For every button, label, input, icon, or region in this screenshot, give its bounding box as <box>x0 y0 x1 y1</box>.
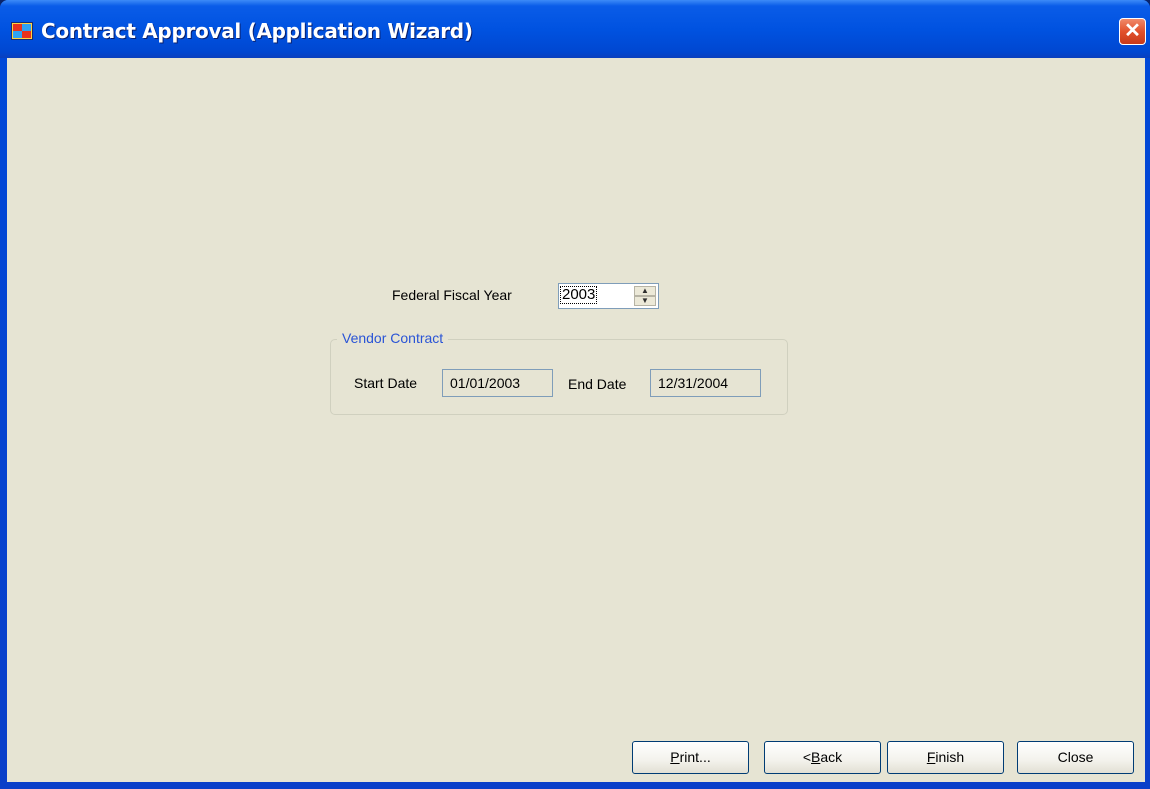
finish-button[interactable]: Finish <box>887 741 1004 774</box>
close-window-icon[interactable]: ✕ <box>1119 18 1146 45</box>
back-label: ack <box>820 749 843 765</box>
start-date-field: 01/01/2003 <box>442 369 553 397</box>
spin-down-icon[interactable]: ▼ <box>634 296 656 306</box>
fiscal-year-label: Federal Fiscal Year <box>392 287 512 303</box>
application-icon <box>11 22 33 40</box>
vendor-contract-group-title: Vendor Contract <box>337 330 449 346</box>
print-mnemonic: P <box>670 749 680 765</box>
print-button[interactable]: Print... <box>632 741 749 774</box>
end-date-label: End Date <box>568 376 627 392</box>
print-label: rint... <box>679 749 711 765</box>
fiscal-year-spinner[interactable]: 2003 ▲ ▼ <box>558 283 659 309</box>
application-window: Contract Approval (Application Wizard) ✕… <box>0 0 1150 789</box>
spin-up-icon[interactable]: ▲ <box>634 286 656 296</box>
title-bar[interactable]: Contract Approval (Application Wizard) ✕ <box>0 0 1150 58</box>
close-button[interactable]: Close <box>1017 741 1134 774</box>
window-title: Contract Approval (Application Wizard) <box>41 19 473 43</box>
start-date-label: Start Date <box>354 375 418 391</box>
back-prefix: < <box>802 749 812 765</box>
end-date-field: 12/31/2004 <box>650 369 761 397</box>
spinner-buttons: ▲ ▼ <box>634 286 656 306</box>
wizard-page: Federal Fiscal Year 2003 ▲ ▼ Vendor Cont… <box>7 58 1145 782</box>
fiscal-year-value[interactable]: 2003 <box>559 286 598 304</box>
back-mnemonic: B <box>811 749 821 765</box>
finish-label: inish <box>935 749 965 765</box>
back-button[interactable]: <Back <box>764 741 881 774</box>
